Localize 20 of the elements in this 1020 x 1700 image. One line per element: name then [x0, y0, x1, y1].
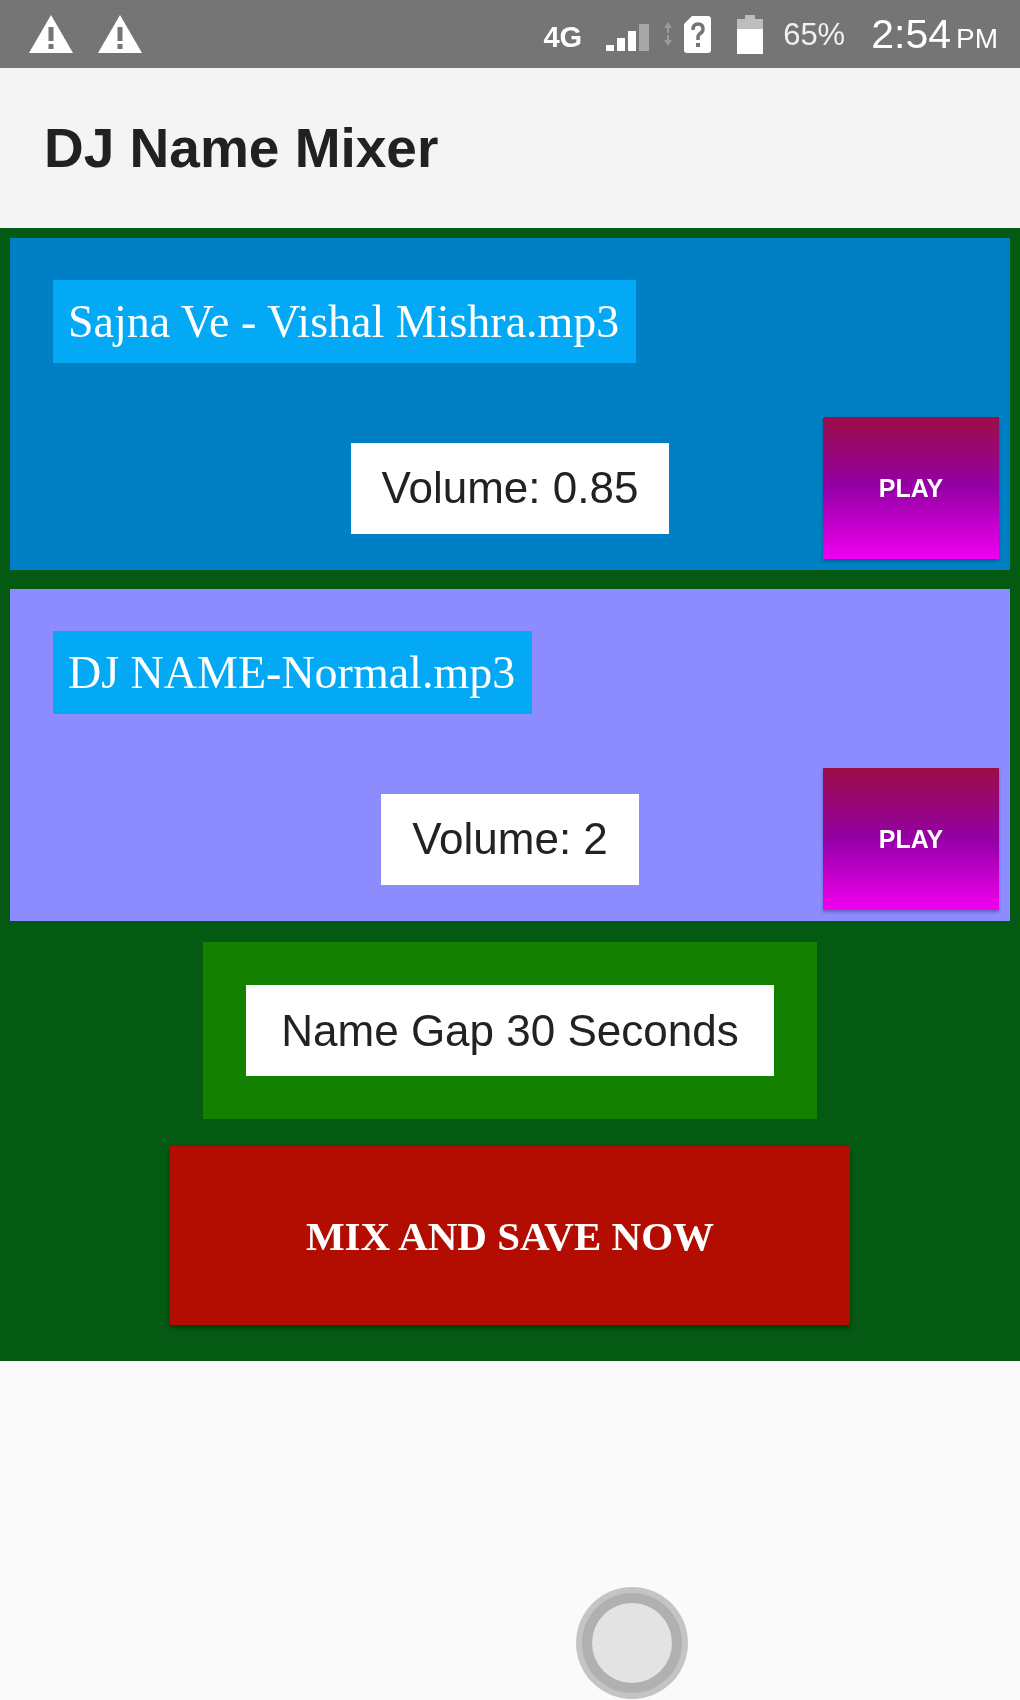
signal-icon: [606, 23, 650, 51]
file-name-label: DJ NAME-Normal.mp3: [53, 631, 533, 714]
floating-circle-icon[interactable]: [576, 1587, 688, 1699]
play-button[interactable]: PLAY: [823, 417, 999, 559]
volume-label: Volume: 2: [381, 793, 639, 885]
clock-time: 2:54: [871, 13, 951, 55]
name-gap-label: Name Gap 30 Seconds: [246, 985, 774, 1076]
app-title: DJ Name Mixer: [44, 120, 439, 176]
data-arrows-icon: [664, 22, 673, 46]
mix-and-save-button[interactable]: MIX AND SAVE NOW: [170, 1146, 850, 1325]
volume-label: Volume: 0.85: [350, 442, 670, 534]
warning-icon: [29, 15, 73, 53]
clock-meridiem: PM: [956, 24, 998, 53]
play-button[interactable]: PLAY: [823, 768, 999, 910]
battery-icon: [737, 14, 764, 54]
file-name-label: Sajna Ve - Vishal Mishra.mp3: [53, 280, 637, 363]
warning-icon: [98, 15, 142, 53]
battery-percent-label: 65%: [783, 18, 846, 50]
sim-unknown-icon: [684, 15, 712, 53]
network-type-label: 4G: [543, 22, 583, 52]
